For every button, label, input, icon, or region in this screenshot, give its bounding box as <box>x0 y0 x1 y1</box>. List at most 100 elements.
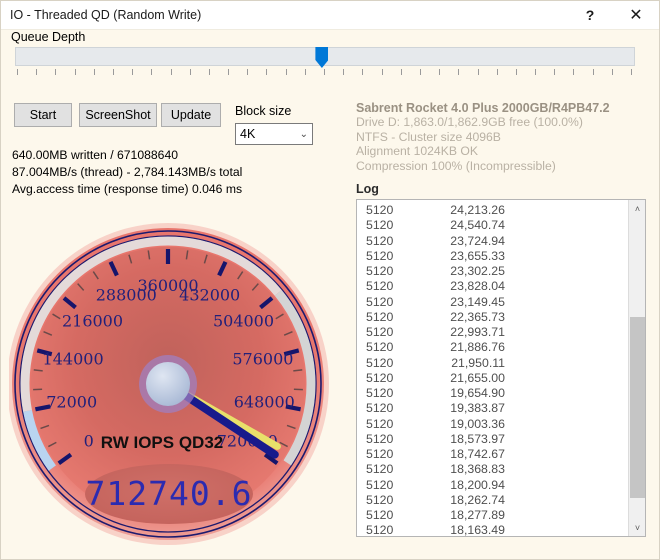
log-blocks: 5120 <box>366 309 394 324</box>
table-row[interactable]: 5120 24,213.26 <box>357 203 625 218</box>
log-iops: 22,365.73 <box>450 309 505 324</box>
log-blocks: 5120 <box>366 431 394 446</box>
gauge-caption: RW IOPS QD32 <box>101 433 224 452</box>
scroll-down-icon[interactable]: ˅ <box>629 519 645 536</box>
gauge-tick-label: 576000 <box>232 350 293 369</box>
log-blocks: 5120 <box>366 508 394 522</box>
log-iops: 18,163.49 <box>450 523 505 537</box>
log-iops: 23,828.04 <box>450 279 505 294</box>
gauge-tick-label: 72000 <box>46 392 97 411</box>
log-iops: 23,149.45 <box>450 294 505 309</box>
log-iops: 22,993.71 <box>450 325 505 339</box>
log-scrollbar[interactable]: ˄ ˅ <box>628 200 645 536</box>
table-row[interactable]: 5120 21,655.00 <box>357 371 625 386</box>
scroll-up-icon[interactable]: ˄ <box>629 200 645 217</box>
log-rows: 5120 24,213.26 5120 24,540.74 5120 23,724.94 5… <box>357 203 625 537</box>
table-row[interactable]: 5120 22,365.73 <box>357 310 625 325</box>
log-blocks: 5120 <box>366 401 394 416</box>
log-blocks: 5120 <box>366 279 394 294</box>
log-blocks: 5120 <box>366 218 394 233</box>
drive-compression: Compression 100% (Incompressible) <box>356 158 556 173</box>
log-blocks: 5120 <box>366 477 394 492</box>
gauge-tick-label: 144000 <box>43 350 104 369</box>
table-row[interactable]: 5120 18,742.67 <box>357 447 625 462</box>
table-row[interactable]: 5120 24,540.74 <box>357 218 625 233</box>
log-iops: 18,368.83 <box>450 462 505 477</box>
log-iops: 19,654.90 <box>450 386 505 400</box>
log-iops: 18,742.67 <box>450 447 505 461</box>
log-iops: 21,655.00 <box>450 370 505 385</box>
log-iops: 18,277.89 <box>450 508 505 522</box>
log-label: Log <box>356 182 379 196</box>
drive-info: Sabrent Rocket 4.0 Plus 2000GB/R4PB47.2 … <box>356 101 646 173</box>
drive-capacity: Drive D: 1,863.0/1,862.9GB free (100.0%) <box>356 115 583 129</box>
log-blocks: 5120 <box>366 447 394 461</box>
log-iops: 21,950.11 <box>451 355 505 370</box>
log-blocks: 5120 <box>366 203 394 217</box>
queue-depth-slider[interactable] <box>15 47 635 77</box>
log-blocks: 5120 <box>366 248 394 263</box>
gauge-canvas: 0720001440002160002880003600004320005040… <box>9 223 329 545</box>
block-size-value: 4K <box>240 127 256 141</box>
log-iops: 24,213.26 <box>450 203 505 217</box>
chevron-down-icon: ⌄ <box>299 128 308 140</box>
log-blocks: 5120 <box>366 492 394 507</box>
log-blocks: 5120 <box>366 233 394 248</box>
drive-filesystem: NTFS - Cluster size 4096B <box>356 129 501 144</box>
log-iops: 18,200.94 <box>450 477 505 492</box>
table-row[interactable]: 5120 19,003.36 <box>357 417 625 432</box>
drive-alignment: Alignment 1024KB OK <box>356 144 478 158</box>
log-blocks: 5120 <box>366 386 394 400</box>
drive-model: Sabrent Rocket 4.0 Plus 2000GB/R4PB47.2 <box>356 101 610 115</box>
help-button[interactable]: ? <box>567 2 613 29</box>
table-row[interactable]: 5120 23,149.45 <box>357 295 625 310</box>
table-row[interactable]: 5120 18,163.49 <box>357 523 625 537</box>
table-row[interactable]: 5120 21,950.11 <box>357 356 625 371</box>
table-row[interactable]: 5120 23,302.25 <box>357 264 625 279</box>
queue-depth-label: Queue Depth <box>11 30 86 44</box>
table-row[interactable]: 5120 23,724.94 <box>357 234 625 249</box>
app-window: IO - Threaded QD (Random Write) ? ✕ Queu… <box>0 0 660 560</box>
log-iops: 23,655.33 <box>450 248 505 263</box>
log-blocks: 5120 <box>366 325 394 339</box>
update-button[interactable]: Update <box>161 103 221 127</box>
table-row[interactable]: 5120 18,200.94 <box>357 478 625 493</box>
log-iops: 23,302.25 <box>450 264 505 278</box>
table-row[interactable]: 5120 18,368.83 <box>357 462 625 477</box>
start-button[interactable]: Start <box>14 103 72 127</box>
log-iops: 24,540.74 <box>450 218 505 233</box>
gauge-tick-label: 504000 <box>213 312 274 331</box>
table-row[interactable]: 5120 19,383.87 <box>357 401 625 416</box>
gauge-digital-readout: 712740.6 <box>86 474 253 513</box>
gauge-tick-label: 648000 <box>234 392 295 411</box>
log-iops: 18,262.74 <box>450 492 505 507</box>
gauge-tick-label: 216000 <box>62 312 123 331</box>
table-row[interactable]: 5120 21,886.76 <box>357 340 625 355</box>
log-blocks: 5120 <box>366 294 394 309</box>
block-size-select[interactable]: 4K ⌄ <box>235 123 313 145</box>
close-button[interactable]: ✕ <box>613 2 659 29</box>
table-row[interactable]: 5120 19,654.90 <box>357 386 625 401</box>
log-iops: 19,383.87 <box>450 401 505 416</box>
log-iops: 18,573.97 <box>450 431 505 446</box>
table-row[interactable]: 5120 23,655.33 <box>357 249 625 264</box>
table-row[interactable]: 5120 18,262.74 <box>357 493 625 508</box>
table-row[interactable]: 5120 22,993.71 <box>357 325 625 340</box>
log-listbox[interactable]: 5120 24,213.26 5120 24,540.74 5120 23,724.94 5… <box>356 199 646 537</box>
gauge-tick-label: 432000 <box>179 285 240 304</box>
stat-written: 640.00MB written / 671088640 <box>12 148 179 162</box>
table-row[interactable]: 5120 23,828.04 <box>357 279 625 294</box>
log-blocks: 5120 <box>366 523 394 537</box>
stat-throughput: 87.004MB/s (thread) - 2,784.143MB/s tota… <box>12 165 243 179</box>
stat-access-time: Avg.access time (response time) 0.046 ms <box>12 182 243 196</box>
table-row[interactable]: 5120 18,573.97 <box>357 432 625 447</box>
table-row[interactable]: 5120 18,277.89 <box>357 508 625 523</box>
log-blocks: 5120 <box>366 340 394 355</box>
scrollbar-thumb[interactable] <box>630 316 645 498</box>
stats-block: 640.00MB written / 671088640 87.004MB/s … <box>12 147 342 198</box>
block-size-label: Block size <box>235 104 292 118</box>
screenshot-button[interactable]: ScreenShot <box>79 103 157 127</box>
log-blocks: 5120 <box>366 370 394 385</box>
iops-gauge: 0 72000 144000 216000 288000 360000 432000 5040… <box>9 199 339 549</box>
log-iops: 19,003.36 <box>450 416 505 431</box>
